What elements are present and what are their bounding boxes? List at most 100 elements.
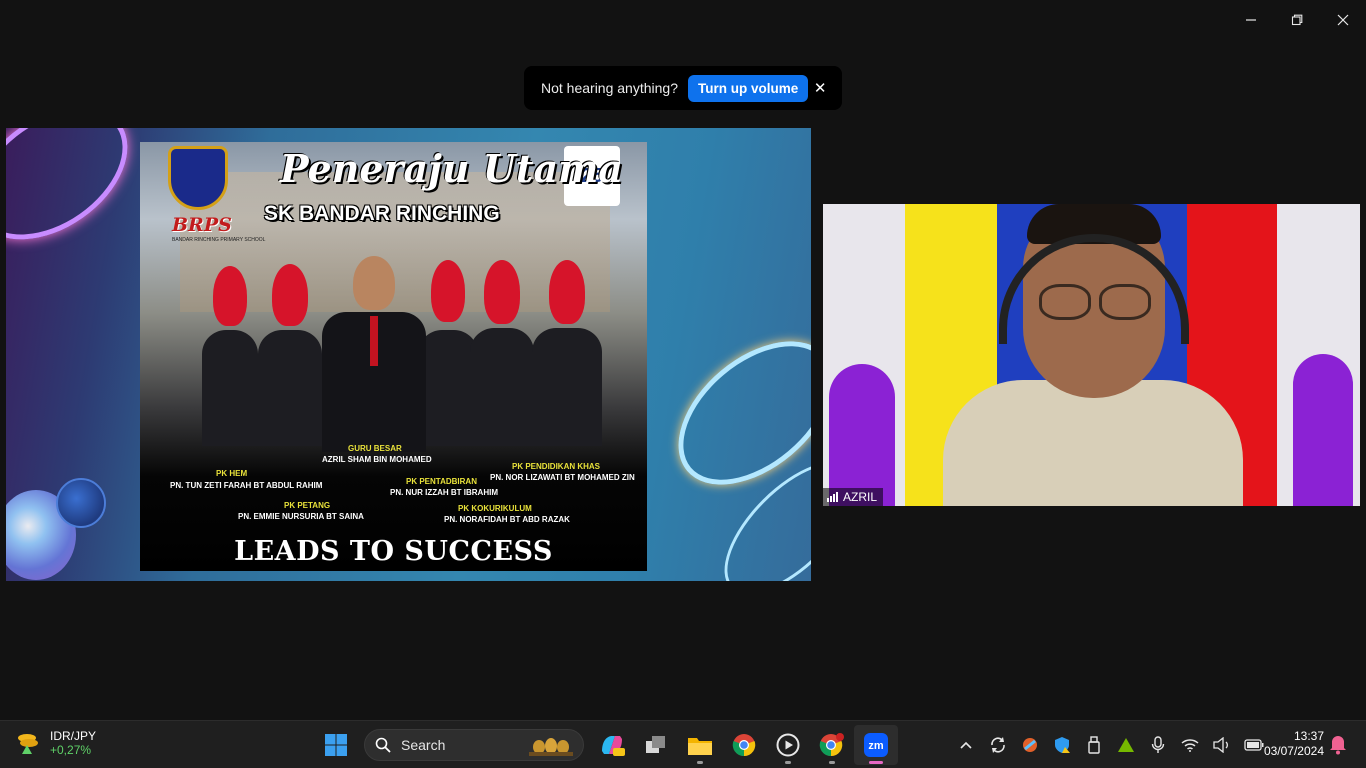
- volume-icon: [1213, 737, 1228, 753]
- restore-icon: [1291, 14, 1303, 26]
- background-decoration: [1293, 354, 1353, 506]
- staff-name: PN. NOR LIZAWATI BT MOHAMED ZIN: [490, 473, 635, 482]
- role-label: PK PENDIDIKAN KHAS: [512, 462, 601, 471]
- chevron-up-icon: [960, 741, 972, 749]
- volume-tray-button[interactable]: [1206, 725, 1238, 765]
- ticker-symbol: IDR/JPY: [50, 729, 97, 743]
- copilot-icon: [602, 736, 625, 756]
- bell-icon: [1330, 736, 1346, 755]
- app-icon: [1023, 738, 1037, 752]
- nvidia-tray-button[interactable]: [1110, 725, 1142, 765]
- chrome-icon: [732, 734, 756, 757]
- mic-tray-button[interactable]: [1142, 725, 1174, 765]
- start-button[interactable]: [314, 725, 358, 765]
- restore-button[interactable]: [1274, 4, 1320, 36]
- staff-photo: [532, 260, 602, 446]
- notification-button[interactable]: [1328, 733, 1348, 757]
- running-indicator: [785, 761, 791, 764]
- poster-title-script: Peneraju Utama: [280, 146, 623, 191]
- usb-tray-button[interactable]: [1078, 725, 1110, 765]
- stock-widget[interactable]: IDR/JPY +0,27%: [16, 729, 96, 757]
- participant-video[interactable]: AZRIL: [823, 204, 1360, 506]
- chrome-button[interactable]: [722, 725, 766, 765]
- svg-text:zm: zm: [868, 740, 884, 752]
- chrome-profile-button[interactable]: [810, 725, 854, 765]
- sync-icon: [991, 737, 1005, 753]
- running-indicator: [829, 761, 835, 764]
- sync-tray-button[interactable]: [982, 725, 1014, 765]
- school-poster: BRPS BANDAR RINCHING PRIMARY SCHOOL 25 P…: [140, 142, 647, 571]
- close-window-button[interactable]: [1320, 4, 1366, 36]
- wifi-tray-button[interactable]: [1174, 725, 1206, 765]
- staff-name: PN. NUR IZZAH BT IBRAHIM: [390, 488, 498, 497]
- taskbar-search[interactable]: Search: [364, 729, 584, 761]
- show-hidden-icons-button[interactable]: [950, 725, 982, 765]
- staff-photo: [418, 260, 478, 446]
- usb-icon: [1088, 736, 1100, 754]
- search-icon: [375, 737, 391, 753]
- audio-toast: Not hearing anything? Turn up volume ✕: [524, 66, 842, 110]
- staff-name: PN. NORAFIDAH BT ABD RAZAK: [444, 515, 570, 524]
- task-view-button[interactable]: [634, 725, 678, 765]
- media-player-icon: [776, 733, 800, 757]
- staff-photo: [202, 266, 258, 446]
- shared-screen: BRPS BANDAR RINCHING PRIMARY SCHOOL 25 P…: [6, 128, 811, 581]
- background-decoration: [829, 364, 895, 506]
- chrome-profile-icon: [819, 733, 844, 757]
- search-label: Search: [401, 737, 446, 753]
- wifi-icon: [1181, 739, 1199, 752]
- staff-photo: [258, 264, 322, 446]
- minimize-button[interactable]: [1228, 4, 1274, 36]
- zoom-icon: zm: [864, 733, 888, 757]
- mic-icon: [1151, 736, 1165, 753]
- search-highlight-icon: [529, 738, 573, 756]
- app-tray-button[interactable]: [1014, 725, 1046, 765]
- taskbar: IDR/JPY +0,27% Search zm 13:37 03/07/202…: [0, 720, 1366, 768]
- signal-icon: [827, 492, 838, 502]
- school-badge-subtext: BANDAR RINCHING PRIMARY SCHOOL: [172, 237, 266, 243]
- clock-date: 03/07/2024: [1263, 744, 1324, 758]
- role-label: PK PENTADBIRAN: [406, 477, 477, 486]
- role-label: PK PETANG: [284, 501, 331, 510]
- clock-time: 13:37: [1293, 729, 1324, 743]
- role-label: GURU BESAR: [348, 444, 402, 453]
- headmaster-photo: [322, 256, 426, 452]
- participant-name-tag: AZRIL: [823, 488, 884, 506]
- role-label: PK HEM: [216, 469, 248, 478]
- media-player-button[interactable]: [766, 725, 810, 765]
- staff-photo: [470, 260, 534, 446]
- participant-name: AZRIL: [843, 490, 878, 504]
- toast-close-button[interactable]: ✕: [808, 76, 832, 100]
- defender-icon: [1055, 737, 1070, 753]
- close-icon: [1337, 14, 1349, 26]
- turn-up-volume-button[interactable]: Turn up volume: [688, 74, 809, 102]
- zoom-button[interactable]: zm: [854, 725, 898, 765]
- poster-tagline: LEADS TO SUCCESS: [234, 536, 553, 567]
- start-icon: [325, 734, 347, 756]
- minimize-icon: [1246, 19, 1256, 21]
- poster-school-name: SK BANDAR RINCHING: [264, 202, 500, 225]
- nvidia-icon: [1118, 738, 1134, 752]
- copilot-button[interactable]: [590, 725, 634, 765]
- file-explorer-button[interactable]: [678, 725, 722, 765]
- school-badge-text: BRPS: [172, 214, 232, 236]
- zoom-meeting-window: Not hearing anything? Turn up volume ✕ B…: [0, 0, 1366, 768]
- glasses: [1039, 284, 1151, 320]
- system-tray: [950, 725, 1270, 765]
- staff-name: PN. TUN ZETI FARAH BT ABDUL RAHIM: [170, 481, 323, 490]
- task-view-icon: [646, 736, 665, 753]
- school-crest-logo: [168, 146, 228, 210]
- staff-name: AZRIL SHAM BIN MOHAMED: [322, 455, 432, 464]
- bubble-decoration: [56, 478, 106, 528]
- coins-icon: [16, 732, 40, 754]
- file-explorer-icon: [688, 738, 712, 755]
- taskbar-apps: Search zm: [314, 725, 898, 765]
- window-controls: [1228, 4, 1366, 36]
- active-indicator: [869, 761, 883, 764]
- ticker-change: +0,27%: [50, 743, 92, 757]
- role-label: PK KOKURIKULUM: [458, 504, 532, 513]
- system-clock[interactable]: 13:37 03/07/2024: [1254, 729, 1324, 759]
- defender-tray-button[interactable]: [1046, 725, 1078, 765]
- staff-name: PN. EMMIE NURSURIA BT SAINA: [238, 512, 364, 521]
- running-indicator: [697, 761, 703, 764]
